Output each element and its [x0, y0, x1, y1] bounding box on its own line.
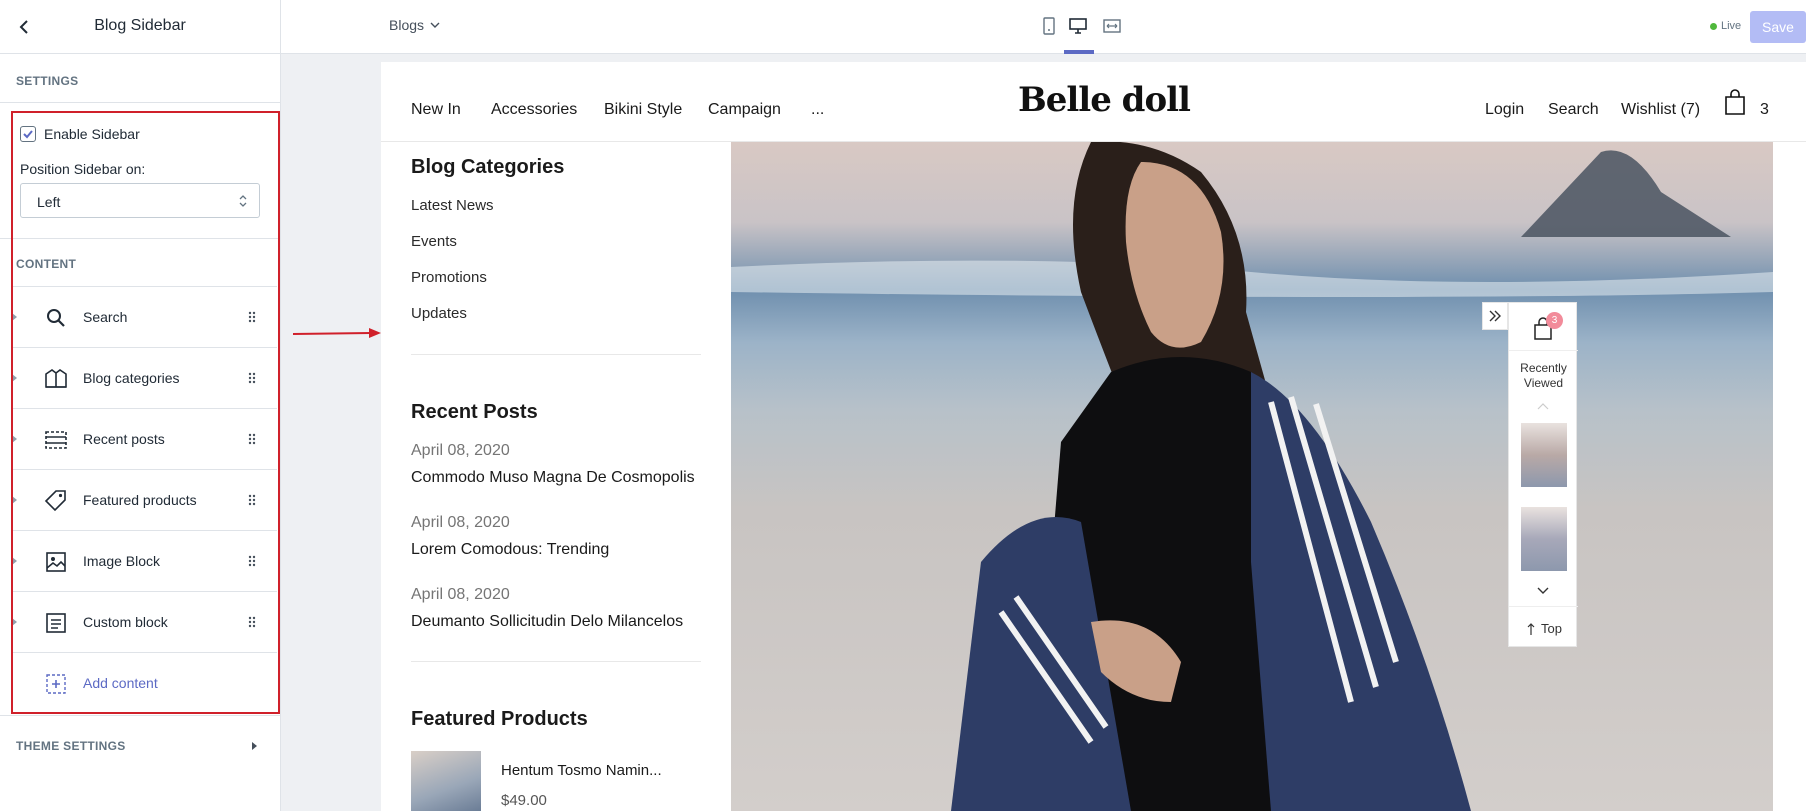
top-label: Top [1541, 621, 1562, 636]
hero-illustration [731, 142, 1773, 811]
chevron-right-icon[interactable] [252, 742, 257, 750]
store-logo[interactable]: Belle doll [1018, 80, 1191, 120]
blog-sidebar: Blog Categories Latest News Events Promo… [381, 142, 731, 811]
nav-bikini-style[interactable]: Bikini Style [604, 101, 682, 119]
divider [0, 102, 280, 103]
top-bar: Blogs Live Save [281, 0, 1806, 54]
cart-count: 3 [1760, 101, 1769, 118]
theme-settings-heading[interactable]: THEME SETTINGS [16, 739, 126, 753]
theme-editor: Blog Sidebar SETTINGS Enable Sidebar Pos… [0, 0, 1806, 811]
nav-new-in[interactable]: New In [411, 101, 461, 119]
login-link[interactable]: Login [1485, 101, 1524, 119]
chevron-up-icon[interactable] [1536, 401, 1550, 411]
nav-accessories[interactable]: Accessories [491, 101, 577, 119]
panel-title: Blog Sidebar [94, 17, 186, 34]
arrow-up-icon [1527, 622, 1535, 635]
highlight-box [11, 111, 280, 714]
product-thumbnail[interactable] [411, 751, 481, 811]
settings-heading: SETTINGS [16, 74, 79, 88]
divider [1509, 606, 1578, 607]
divider [0, 715, 280, 716]
divider [1509, 350, 1578, 351]
categories-title: Blog Categories [411, 156, 565, 178]
category-link[interactable]: Events [411, 233, 457, 250]
hero-image [731, 142, 1773, 811]
recent-product-thumbnail[interactable] [1521, 423, 1567, 487]
annotation-arrow-icon [292, 328, 381, 338]
store-header: New In Accessories Bikini Style Campaign… [381, 62, 1806, 142]
nav-campaign[interactable]: Campaign [708, 101, 781, 119]
live-status: Live [1710, 20, 1741, 32]
category-link[interactable]: Latest News [411, 197, 494, 214]
post-date: April 08, 2020 [411, 586, 510, 603]
featured-products-title: Featured Products [411, 708, 588, 730]
live-label: Live [1721, 20, 1742, 32]
chevron-down-icon [430, 22, 440, 28]
post-date: April 08, 2020 [411, 442, 510, 459]
editor-panel: Blog Sidebar SETTINGS Enable Sidebar Pos… [0, 0, 281, 811]
post-title-link[interactable]: Lorem Comodous: Trending [411, 541, 609, 559]
collapse-widget-button[interactable] [1482, 302, 1508, 330]
shopping-bag-icon[interactable] [1723, 88, 1747, 116]
fullwidth-view-icon[interactable] [1103, 17, 1121, 35]
divider [411, 661, 701, 662]
search-link[interactable]: Search [1548, 101, 1599, 119]
recent-product-thumbnail[interactable] [1521, 507, 1567, 571]
mobile-view-icon[interactable] [1041, 17, 1057, 35]
product-price: $49.00 [501, 792, 547, 809]
category-link[interactable]: Updates [411, 305, 467, 322]
live-dot-icon [1710, 22, 1717, 30]
nav-more[interactable]: ... [811, 101, 824, 119]
chevron-down-icon[interactable] [1536, 586, 1550, 596]
category-link[interactable]: Promotions [411, 269, 487, 286]
recently-viewed-label: Recently Viewed [1520, 361, 1567, 390]
desktop-view-icon[interactable] [1069, 17, 1087, 35]
preview-canvas: New In Accessories Bikini Style Campaign… [281, 54, 1806, 811]
post-title-link[interactable]: Commodo Muso Magna De Cosmopolis [411, 469, 695, 487]
recently-viewed-widget: 3 Recently Viewed Top [1508, 302, 1578, 647]
cart-badge: 3 [1546, 312, 1563, 329]
post-date: April 08, 2020 [411, 514, 510, 531]
panel-header: Blog Sidebar [0, 0, 280, 54]
recent-posts-title: Recent Posts [411, 401, 538, 423]
double-chevron-icon [1489, 310, 1501, 322]
wishlist-link[interactable]: Wishlist (7) [1621, 101, 1700, 119]
divider [411, 354, 701, 355]
page-selector[interactable]: Blogs [389, 17, 440, 33]
back-to-top-button[interactable]: Top [1527, 621, 1562, 636]
page-selector-label: Blogs [389, 17, 425, 33]
save-button[interactable]: Save [1750, 11, 1806, 43]
product-name-link[interactable]: Hentum Tosmo Namin... [501, 762, 662, 779]
post-title-link[interactable]: Deumanto Sollicitudin Delo Milancelos [411, 613, 683, 631]
store-preview: New In Accessories Bikini Style Campaign… [381, 62, 1806, 811]
